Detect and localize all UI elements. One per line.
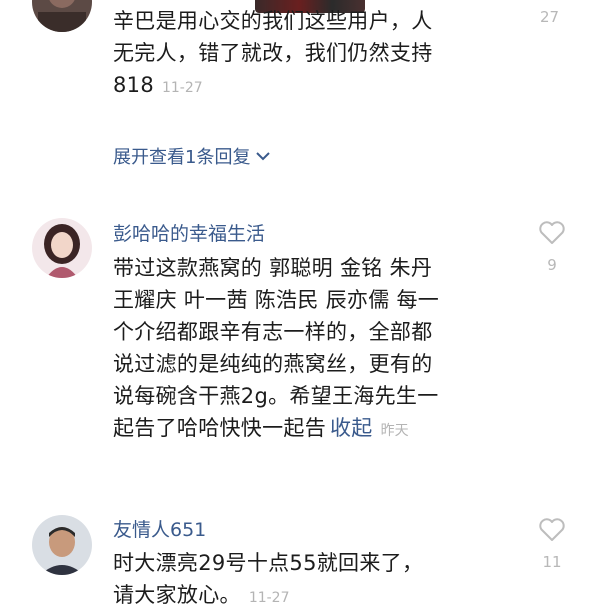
expand-replies-label: 展开查看1条回复 (113, 147, 251, 168)
comment-line: 说每碗含干燕2g。希望王海先生一 (113, 384, 439, 408)
heart-outline-icon (538, 220, 566, 250)
comment-line: 个介绍都跟辛有志一样的，全部都 (113, 320, 433, 344)
heart-outline-icon (538, 517, 566, 547)
avatar[interactable] (32, 218, 92, 278)
like-count: 11 (542, 553, 562, 571)
comment-text: 带过这款燕窝的 郭聪明 金铭 朱丹 王耀庆 叶一茜 陈浩民 辰亦儒 每一 个介绍… (113, 252, 439, 447)
like-button[interactable]: 11 (537, 517, 567, 571)
comment-line: 818 11-27 (113, 69, 433, 104)
comment-line-text: 818 (113, 73, 154, 97)
comment-line-text: 起告了哈哈快快一起告 (113, 416, 326, 440)
collapse-button[interactable]: 收起 (330, 416, 373, 440)
like-button[interactable]: 9 (537, 220, 567, 274)
like-count: 27 (540, 8, 560, 26)
comment-text: 辛巴是用心交的我们这些用户，人 无完人，错了就改，我们仍然支持 818 11-27 (113, 5, 433, 104)
comment-line-text: 请大家放心。 (113, 583, 241, 607)
comment-line: 时大漂亮29号十点55就回来了， (113, 551, 424, 575)
comment-line: 王耀庆 叶一茜 陈浩民 辰亦儒 每一 (113, 288, 440, 312)
username[interactable]: 彭哈哈的幸福生活 (113, 219, 265, 246)
username[interactable]: 友情人651 (113, 515, 206, 542)
comment-line: 无完人，错了就改，我们仍然支持 (113, 41, 433, 65)
timestamp: 昨天 (380, 423, 409, 439)
like-count: 9 (547, 256, 557, 274)
comment-line: 请大家放心。 11-27 (113, 579, 423, 614)
expand-replies-button[interactable]: 展开查看1条回复 (113, 143, 272, 169)
chevron-down-icon (254, 146, 272, 167)
comment-text: 时大漂亮29号十点55就回来了， 请大家放心。 11-27 (113, 547, 423, 614)
avatar[interactable] (32, 515, 92, 575)
comment-line: 辛巴是用心交的我们这些用户，人 (113, 9, 433, 33)
comment-line: 带过这款燕窝的 郭聪明 金铭 朱丹 (113, 256, 433, 280)
timestamp: 11-27 (161, 80, 203, 96)
comment-line: 起告了哈哈快快一起告 收起 昨天 (113, 412, 439, 447)
timestamp: 11-27 (248, 590, 290, 606)
avatar[interactable] (32, 0, 92, 32)
comment-line: 说过滤的是纯纯的燕窝丝，更有的 (113, 352, 433, 376)
